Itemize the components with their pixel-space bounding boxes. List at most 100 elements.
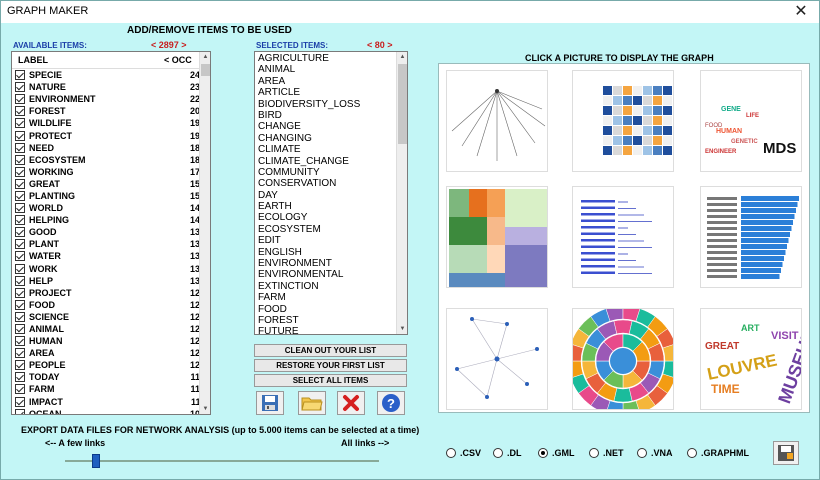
checkbox[interactable] xyxy=(15,82,25,93)
scroll-up-icon[interactable]: ▲ xyxy=(398,52,407,62)
list-item[interactable]: PEOPLE1204 xyxy=(12,359,210,371)
list-item[interactable]: PLANTING1510 xyxy=(12,190,210,202)
checkbox[interactable] xyxy=(15,396,25,407)
format-radio[interactable]: .CSV xyxy=(446,448,481,458)
list-item[interactable]: PROTECT1957 xyxy=(12,129,210,141)
scroll-up-icon[interactable]: ▲ xyxy=(201,52,210,62)
checkbox[interactable] xyxy=(15,154,25,165)
selected-list-item[interactable]: DAY xyxy=(255,190,407,201)
dendrogram-thumbnail[interactable] xyxy=(572,186,674,288)
checkbox[interactable] xyxy=(15,263,25,274)
list-item[interactable]: FOREST2023 xyxy=(12,105,210,117)
wordcloud-thumbnail[interactable]: GREAT LOUVRE MUSEUM TIME VISIT ART xyxy=(700,308,802,410)
selected-list-item[interactable]: EDIT xyxy=(255,235,407,246)
checkbox[interactable] xyxy=(15,239,25,250)
selected-list-item[interactable]: ECOLOGY xyxy=(255,212,407,223)
scroll-thumb[interactable] xyxy=(398,64,407,144)
list-item[interactable]: ANIMAL1236 xyxy=(12,323,210,335)
checkbox[interactable] xyxy=(15,324,25,335)
list-item[interactable]: AREA1210 xyxy=(12,347,210,359)
bar-chart-thumbnail[interactable] xyxy=(700,186,802,288)
checkbox[interactable] xyxy=(15,360,25,371)
selected-list-item[interactable]: BIODIVERSITY_LOSS xyxy=(255,99,407,110)
select-all-button[interactable]: SELECT ALL ITEMS xyxy=(254,374,407,387)
format-radio[interactable]: .VNA xyxy=(637,448,673,458)
checkbox[interactable] xyxy=(15,299,25,310)
list-item[interactable]: HELP1302 xyxy=(12,275,210,287)
checkbox[interactable] xyxy=(15,178,25,189)
selected-list-item[interactable]: CHANGING xyxy=(255,133,407,144)
radio-circle[interactable] xyxy=(589,448,599,458)
save-icon[interactable] xyxy=(256,391,284,415)
selected-list-item[interactable]: FOOD xyxy=(255,304,407,315)
scroll-down-icon[interactable]: ▼ xyxy=(398,324,407,334)
list-item[interactable]: ECOSYSTEM1808 xyxy=(12,154,210,166)
checkbox[interactable] xyxy=(15,348,25,359)
treemap-thumbnail[interactable] xyxy=(446,186,548,288)
available-items-list[interactable]: LABEL < OCC SPECIE2456NATURE2340ENVIRONM… xyxy=(11,51,211,415)
format-radio[interactable]: .NET xyxy=(589,448,624,458)
list-item[interactable]: IMPACT1117 xyxy=(12,396,210,408)
list-item[interactable]: GOOD1379 xyxy=(12,226,210,238)
checkbox[interactable] xyxy=(15,275,25,286)
checkbox[interactable] xyxy=(15,408,25,414)
checkbox[interactable] xyxy=(15,251,25,262)
list-item[interactable]: SPECIE2456 xyxy=(12,69,210,81)
selected-list-item[interactable]: ECOSYSTEM xyxy=(255,224,407,235)
list-item[interactable]: PLANT1377 xyxy=(12,238,210,250)
clean-list-button[interactable]: CLEAN OUT YOUR LIST xyxy=(254,344,407,357)
selected-list-item[interactable]: COMMUNITY xyxy=(255,167,407,178)
checkbox[interactable] xyxy=(15,190,25,201)
selected-list-item[interactable]: ENVIRONMENTAL xyxy=(255,269,407,280)
list-item[interactable]: NATURE2340 xyxy=(12,81,210,93)
selected-list-item[interactable]: FOREST xyxy=(255,315,407,326)
list-item[interactable]: WORLD1468 xyxy=(12,202,210,214)
scroll-thumb[interactable] xyxy=(201,64,210,76)
column-label[interactable]: LABEL xyxy=(18,55,164,65)
list-item[interactable]: OCEAN1091 xyxy=(12,408,210,414)
checkbox[interactable] xyxy=(15,336,25,347)
list-item[interactable]: FARM1143 xyxy=(12,383,210,395)
selected-list-item[interactable]: ENGLISH xyxy=(255,247,407,258)
selected-list-item[interactable]: AREA xyxy=(255,76,407,87)
restore-list-button[interactable]: RESTORE YOUR FIRST LIST xyxy=(254,359,407,372)
list-item[interactable]: PROJECT1266 xyxy=(12,287,210,299)
list-item[interactable]: NEED1898 xyxy=(12,142,210,154)
radio-circle[interactable] xyxy=(493,448,503,458)
delete-icon[interactable] xyxy=(337,391,365,415)
list-item[interactable]: TODAY1182 xyxy=(12,371,210,383)
radio-circle[interactable] xyxy=(687,448,697,458)
list-item[interactable]: ENVIRONMENT2260 xyxy=(12,93,210,105)
list-item[interactable]: WATER1317 xyxy=(12,250,210,262)
format-radio[interactable]: .DL xyxy=(493,448,522,458)
selected-list-item[interactable]: CHANGE xyxy=(255,121,407,132)
selected-list-item[interactable]: FUTURE xyxy=(255,326,407,334)
selected-scrollbar[interactable]: ▲ ▼ xyxy=(396,52,407,334)
list-item[interactable]: FOOD1258 xyxy=(12,299,210,311)
export-save-icon[interactable] xyxy=(773,441,799,465)
folder-icon[interactable] xyxy=(298,391,326,415)
selected-list-item[interactable]: ANIMAL xyxy=(255,64,407,75)
selected-list-item[interactable]: AGRICULTURE xyxy=(255,53,407,64)
close-icon[interactable]: ✕ xyxy=(787,2,815,22)
selected-items-list[interactable]: AGRICULTURE ANIMAL AREA ARTICLE BIODIVERSITY… xyxy=(254,51,408,335)
radio-circle[interactable] xyxy=(538,448,548,458)
checkbox[interactable] xyxy=(15,70,25,81)
selected-list-item[interactable]: CONSERVATION xyxy=(255,178,407,189)
list-item[interactable]: WORK1312 xyxy=(12,263,210,275)
format-radio[interactable]: .GML xyxy=(538,448,575,458)
sunburst-thumbnail[interactable] xyxy=(572,308,674,410)
selected-list-item[interactable]: EXTINCTION xyxy=(255,281,407,292)
scroll-down-icon[interactable]: ▼ xyxy=(201,404,210,414)
heatmap-thumbnail[interactable] xyxy=(572,70,674,172)
list-item[interactable]: GREAT1576 xyxy=(12,178,210,190)
checkbox[interactable] xyxy=(15,287,25,298)
radio-circle[interactable] xyxy=(446,448,456,458)
checkbox[interactable] xyxy=(15,215,25,226)
network-thumbnail[interactable] xyxy=(446,308,548,410)
link-slider-track[interactable] xyxy=(65,460,379,462)
selected-list-item[interactable]: ARTICLE xyxy=(255,87,407,98)
checkbox[interactable] xyxy=(15,166,25,177)
selected-list-item[interactable]: FARM xyxy=(255,292,407,303)
checkbox[interactable] xyxy=(15,106,25,117)
